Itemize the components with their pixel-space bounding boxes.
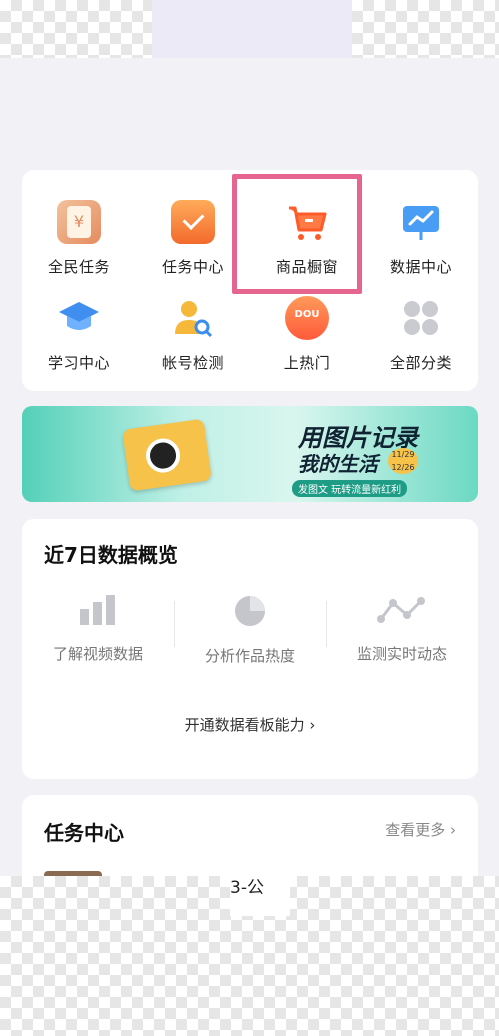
section-title: 任务中心 — [44, 821, 124, 845]
graduation-cap-icon — [57, 296, 101, 340]
pie-chart-icon — [235, 596, 265, 626]
banner-subtitle: 发图文 玩转流量新红利 — [292, 480, 408, 497]
data-item-video[interactable]: 了解视频数据 — [22, 595, 174, 664]
data-item-heat[interactable]: 分析作品热度 — [174, 595, 326, 666]
banner-date: 11/29 12/26 — [388, 448, 418, 474]
tool-label: 帐号检测 — [161, 354, 224, 372]
data-item-realtime[interactable]: 监测实时动态 — [326, 595, 478, 664]
tool-label: 上热门 — [283, 354, 331, 372]
camera-illustration — [122, 418, 212, 492]
enable-data-board-link[interactable]: 开通数据看板能力 › — [22, 714, 478, 735]
line-trend-icon — [377, 597, 425, 623]
data-item-label: 监测实时动态 — [356, 645, 447, 663]
grid-icon — [399, 296, 443, 340]
tool-data-center[interactable]: 数据中心 — [364, 200, 478, 277]
user-search-icon — [171, 296, 215, 340]
promo-banner[interactable]: 用图片记录 我的生活 11/29 12/26 发图文 玩转流量新红利 — [22, 406, 478, 502]
tool-hot-boost[interactable]: DOU 上热门 — [250, 296, 364, 373]
bar-chart-icon — [80, 595, 115, 625]
tool-learning-center[interactable]: 学习中心 — [22, 296, 136, 373]
data-overview-card: 近7日数据概览 了解视频数据 分析作品热度 监测实时动态 开通数据看板能力 › — [22, 519, 478, 779]
view-more-link[interactable]: 查看更多 › — [385, 819, 456, 840]
tool-quanmin-task[interactable]: ¥ 全民任务 — [22, 200, 136, 277]
tool-label: 学习中心 — [47, 354, 110, 372]
partial-task-text: 3-公 — [230, 878, 264, 898]
data-item-label: 了解视频数据 — [52, 645, 143, 663]
banner-title-2: 我的生活 — [298, 452, 378, 476]
status-bar-area — [152, 0, 352, 58]
tool-label: 全民任务 — [47, 258, 110, 276]
tool-account-check[interactable]: 帐号检测 — [136, 296, 250, 373]
section-title: 近7日数据概览 — [44, 543, 178, 567]
tool-label: 全部分类 — [389, 354, 452, 372]
dou-plus-icon: DOU — [285, 296, 329, 340]
data-item-label: 分析作品热度 — [204, 647, 295, 665]
calendar-check-icon — [171, 200, 215, 244]
tool-label: 数据中心 — [389, 258, 452, 276]
highlight-box — [232, 174, 362, 294]
trend-board-icon — [399, 200, 443, 244]
tool-all-categories[interactable]: 全部分类 — [364, 296, 478, 373]
yen-coupon-icon: ¥ — [57, 200, 101, 244]
